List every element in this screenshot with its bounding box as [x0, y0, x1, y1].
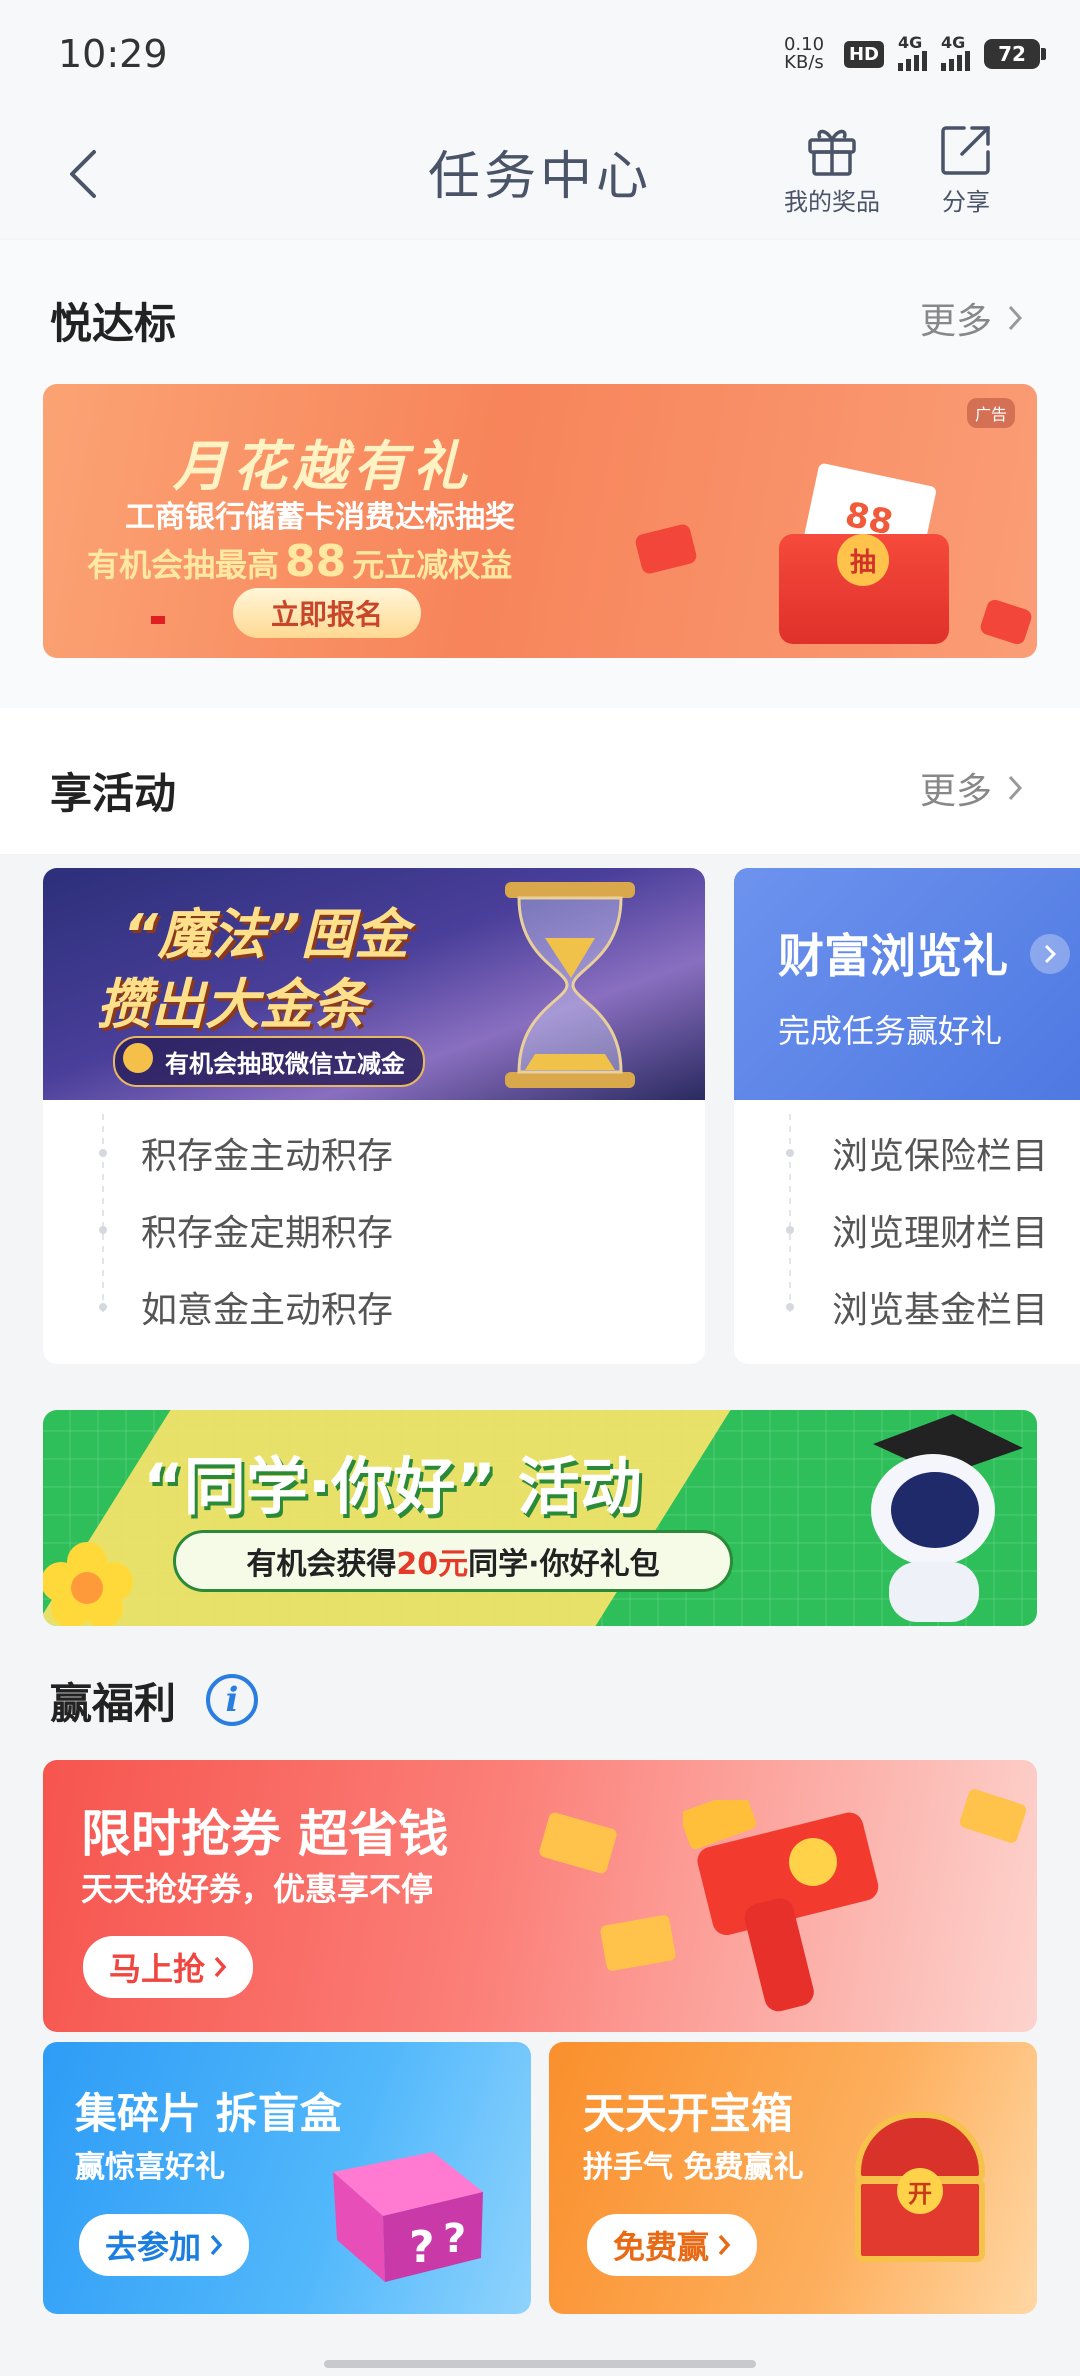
- chevron-right-icon: [214, 1956, 227, 1978]
- banner-headline: 月花越有礼: [173, 435, 473, 498]
- info-icon[interactable]: i: [206, 1674, 258, 1726]
- red-envelope-illustration: 88 抽: [779, 444, 969, 644]
- more-link-yue[interactable]: 更多: [920, 292, 1024, 344]
- section-title-ying: 赢福利: [50, 1679, 177, 1728]
- signal-icon-2: 4G: [941, 33, 970, 71]
- gift-box-icon: ? ?: [333, 2152, 483, 2282]
- treasure-subtitle: 拼手气 免费赢礼: [583, 2150, 804, 2185]
- svg-text:?: ?: [443, 2216, 466, 2262]
- wealth-title: 财富浏览礼: [778, 929, 1008, 983]
- task-item[interactable]: 浏览理财栏目: [734, 1191, 1080, 1268]
- gift-icon: [808, 129, 856, 176]
- more-link-xiang[interactable]: 更多: [920, 762, 1024, 814]
- flash-coupon-card[interactable]: 限时抢券 超省钱 天天抢好券，优惠享不停 马上抢: [43, 1760, 1037, 2032]
- flower-icon: [43, 1542, 133, 1626]
- svg-text:?: ?: [409, 2222, 435, 2273]
- wealth-arrow-button[interactable]: [1030, 934, 1070, 974]
- task-item[interactable]: 积存金定期积存: [43, 1191, 705, 1268]
- wealth-activity-header: 财富浏览礼 完成任务赢好礼: [734, 868, 1080, 1100]
- gold-task-list: 积存金主动积存 积存金定期积存 如意金主动积存: [43, 1100, 705, 1345]
- chevron-right-icon: [210, 2234, 223, 2256]
- home-indicator[interactable]: [324, 2360, 756, 2368]
- battery-icon: 72: [984, 39, 1046, 69]
- student-subtitle: 有机会获得 20元 同学·你好礼包: [173, 1530, 733, 1592]
- coupon-gun-icon: [683, 1800, 879, 2012]
- gold-subtitle: 有机会抽取微信立减金: [113, 1036, 425, 1087]
- ticket-icon: [958, 1787, 1028, 1845]
- ticket-icon: [538, 1811, 618, 1875]
- status-time: 10:29: [58, 32, 168, 76]
- task-item[interactable]: 浏览保险栏目: [734, 1114, 1080, 1191]
- ad-badge: 广告: [966, 398, 1015, 428]
- blindbox-title: 集碎片 拆盲盒: [75, 2089, 342, 2138]
- student-headline: “同学·你好” 活动: [143, 1450, 642, 1523]
- red-packet-icon: [633, 522, 699, 576]
- treasure-title: 天天开宝箱: [583, 2089, 794, 2138]
- signal-icon: 4G: [898, 33, 927, 71]
- blindbox-subtitle: 赢惊喜好礼: [75, 2150, 225, 2185]
- activity-card-gold[interactable]: “魔法”囤金 攒出大金条 有机会抽取微信立减金 积存金主动积存 积存金定期积存 …: [43, 868, 705, 1364]
- monthly-spend-banner[interactable]: 广告 月花越有礼 工商银行储蓄卡消费达标抽奖 有机会抽最高 88 元立减权益 立…: [43, 384, 1037, 658]
- wealth-subtitle: 完成任务赢好礼: [778, 1012, 1003, 1050]
- chevron-right-icon: [1008, 305, 1023, 331]
- chevron-right-icon: [718, 2234, 731, 2256]
- astronaut-icon: [871, 1414, 1023, 1622]
- student-hello-banner[interactable]: “同学·你好” 活动 有机会获得 20元 同学·你好礼包: [43, 1410, 1037, 1626]
- free-win-button[interactable]: 免费赢: [587, 2214, 758, 2276]
- join-button[interactable]: 去参加: [79, 2214, 250, 2276]
- my-prizes-button[interactable]: 我的奖品: [772, 122, 892, 217]
- section-title-xiang: 享活动: [50, 769, 177, 818]
- my-prizes-label: 我的奖品: [784, 188, 880, 216]
- section-title-yue: 悦达标: [50, 299, 177, 348]
- status-bar: 10:29 0.10 KB/s HD 4G 4G 72: [0, 0, 1080, 110]
- gold-activity-image: “魔法”囤金 攒出大金条 有机会抽取微信立减金: [43, 868, 705, 1100]
- red-packet-icon: [978, 597, 1034, 647]
- register-now-button[interactable]: 立即报名: [233, 588, 421, 638]
- status-indicators: 0.10 KB/s HD 4G 4G 72: [778, 33, 1046, 73]
- banner-line2: 有机会抽最高 88 元立减权益: [87, 536, 513, 587]
- share-icon: [941, 126, 990, 175]
- ticket-icon: [599, 1914, 677, 1972]
- network-speed: 0.10 KB/s: [783, 34, 825, 73]
- blind-box-card[interactable]: 集碎片 拆盲盒 赢惊喜好礼 去参加 ? ?: [43, 2042, 531, 2314]
- wealth-task-list: 浏览保险栏目 浏览理财栏目 浏览基金栏目: [734, 1100, 1080, 1345]
- treasure-chest-icon: 开: [845, 2112, 995, 2272]
- share-label: 分享: [942, 188, 990, 216]
- section-yue-dabiao: 悦达标 更多 广告 月花越有礼 工商银行储蓄卡消费达标抽奖 有机会抽最高 88 …: [0, 240, 1080, 708]
- task-item[interactable]: 浏览基金栏目: [734, 1268, 1080, 1345]
- header: 任务中心 我的奖品 分享: [0, 110, 1080, 238]
- gold-headline-1: “魔法”囤金: [123, 903, 409, 966]
- share-button[interactable]: 分享: [906, 122, 1026, 217]
- hourglass-icon: [505, 882, 635, 1088]
- coupon-title: 限时抢券 超省钱: [81, 1805, 449, 1863]
- grab-now-button[interactable]: 马上抢: [83, 1936, 254, 1998]
- carousel-indicator: [151, 616, 165, 624]
- chevron-left-icon: [70, 150, 96, 198]
- hd-icon: HD: [843, 40, 884, 68]
- back-button[interactable]: [52, 138, 116, 210]
- task-item[interactable]: 积存金主动积存: [43, 1114, 705, 1191]
- chevron-right-icon: [1008, 775, 1023, 801]
- gold-headline-2: 攒出大金条: [97, 973, 367, 1036]
- treasure-chest-card[interactable]: 天天开宝箱 拼手气 免费赢礼 免费赢 开: [549, 2042, 1037, 2314]
- banner-line1: 工商银行储蓄卡消费达标抽奖: [125, 500, 515, 535]
- task-item[interactable]: 如意金主动积存: [43, 1268, 705, 1345]
- section-xiang-huodong: 享活动 更多: [0, 708, 1080, 854]
- activity-card-wealth[interactable]: 财富浏览礼 完成任务赢好礼 浏览保险栏目 浏览理财栏目 浏览基金栏目: [734, 868, 1080, 1364]
- coupon-subtitle: 天天抢好券，优惠享不停: [81, 1870, 434, 1908]
- chevron-right-icon: [1044, 944, 1057, 964]
